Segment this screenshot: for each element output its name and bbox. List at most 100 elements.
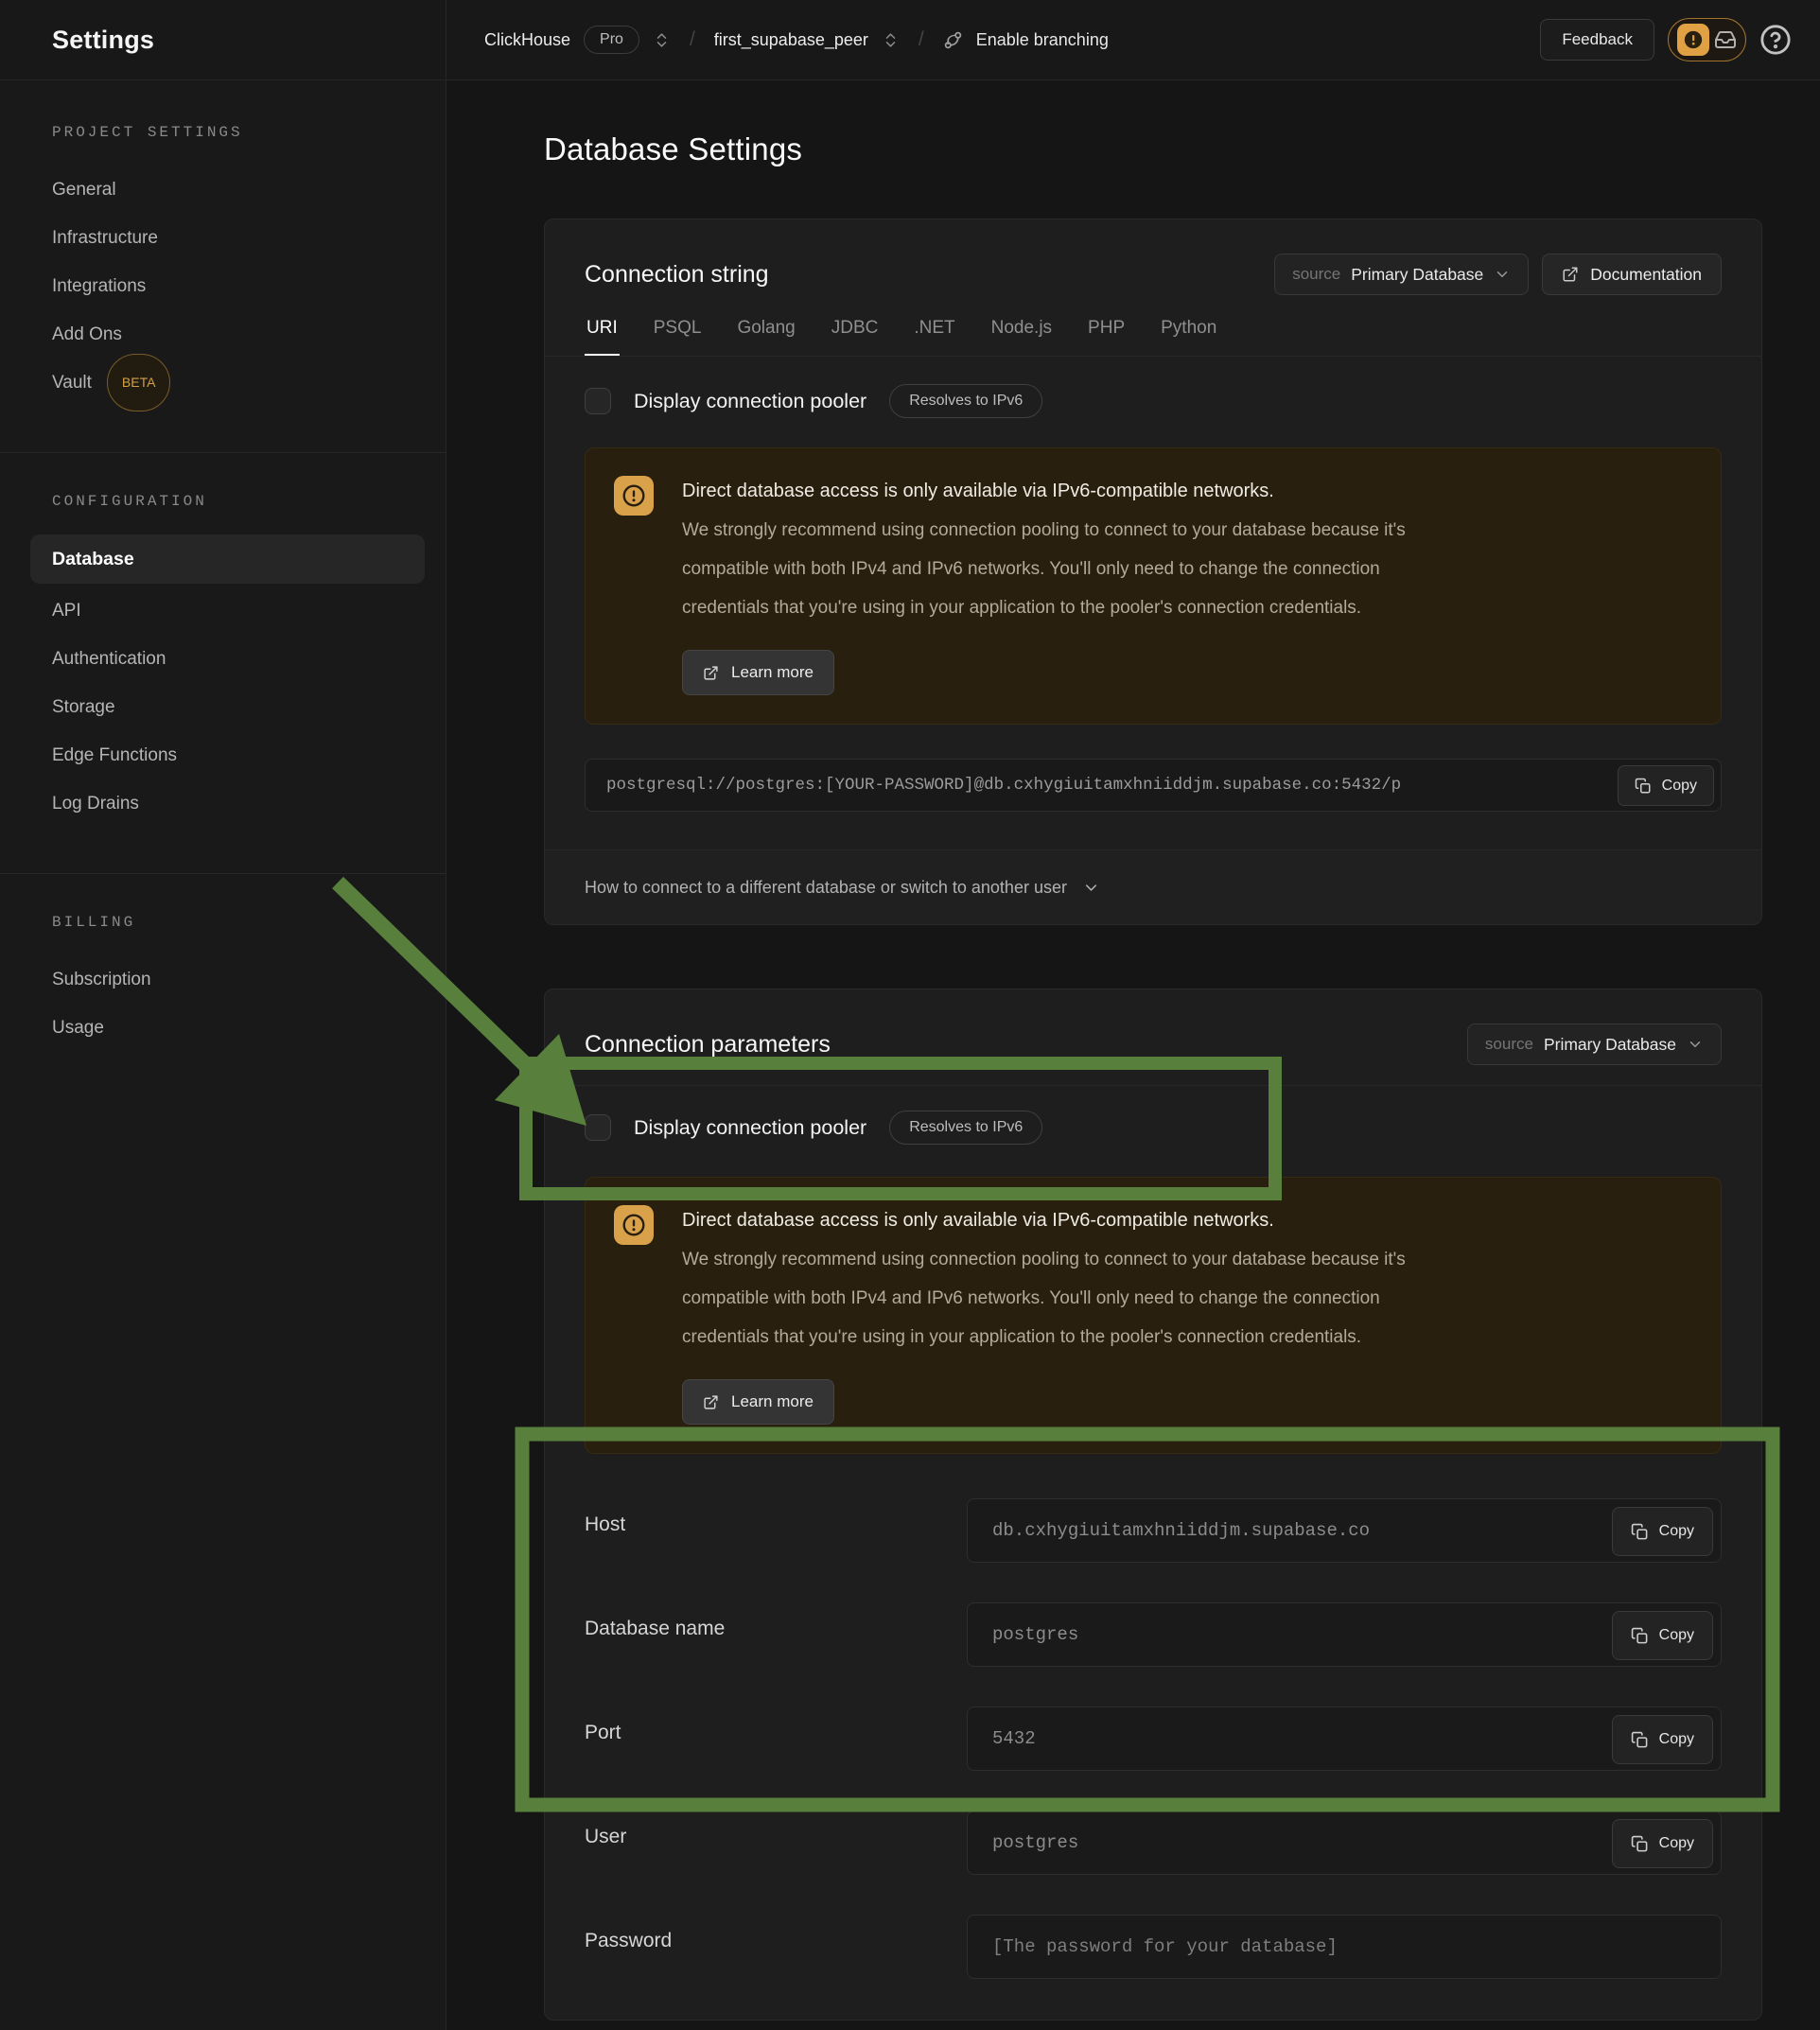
tab-uri[interactable]: URI [585, 318, 620, 356]
footer-label: How to connect to a different database o… [585, 878, 1067, 898]
sidebar-item-infrastructure[interactable]: Infrastructure [0, 214, 446, 262]
alert-icon [1677, 24, 1709, 56]
host-value: db.cxhygiuitamxhniiddjm.supabase.co [968, 1520, 1512, 1541]
source-label: source [1485, 1035, 1533, 1054]
connection-uri-value: postgresql://postgres:[YOUR-PASSWORD]@db… [586, 776, 1543, 795]
password-label: Password [585, 1915, 967, 1979]
user-field-row: User postgres Copy [585, 1811, 1722, 1875]
display-connection-pooler-checkbox[interactable] [585, 388, 611, 414]
sidebar-item-add-ons[interactable]: Add Ons [0, 310, 446, 359]
ipv6-warning-banner: Direct database access is only available… [585, 1177, 1722, 1454]
source-label: source [1292, 265, 1340, 284]
sidebar-item-database[interactable]: Database [30, 534, 425, 584]
enable-branching-button[interactable]: Enable branching [976, 30, 1109, 50]
tab-jdbc[interactable]: JDBC [830, 318, 881, 356]
password-placeholder: [The password for your database] [968, 1936, 1479, 1957]
sidebar-divider [0, 452, 446, 453]
documentation-label: Documentation [1590, 265, 1702, 285]
tab-psql[interactable]: PSQL [652, 318, 704, 356]
breadcrumb-separator: / [684, 28, 701, 51]
plan-badge: Pro [584, 26, 639, 54]
warning-body-line: We strongly recommend using connection p… [682, 511, 1406, 550]
source-select[interactable]: source Primary Database [1467, 1024, 1722, 1065]
sidebar-item-general[interactable]: General [0, 166, 446, 214]
breadcrumb-project[interactable]: first_supabase_peer [714, 30, 868, 50]
source-value: Primary Database [1544, 1035, 1676, 1055]
chevron-down-icon [1494, 266, 1511, 283]
chevrons-up-down-icon[interactable] [653, 31, 671, 49]
copy-user-button[interactable]: Copy [1612, 1819, 1713, 1868]
main-content: Database Settings Connection string sour… [446, 80, 1820, 2030]
learn-more-button[interactable]: Learn more [682, 650, 834, 695]
sidebar-item-vault[interactable]: Vault BETA [0, 359, 446, 407]
settings-title: Settings [52, 26, 154, 55]
sidebar-item-subscription[interactable]: Subscription [0, 955, 446, 1004]
connect-different-database-toggle[interactable]: How to connect to a different database o… [545, 849, 1761, 924]
sidebar-item-storage[interactable]: Storage [0, 683, 446, 731]
sidebar-section-configuration: CONFIGURATION [0, 493, 446, 510]
copy-label: Copy [1659, 1523, 1694, 1540]
resolves-ipv6-badge: Resolves to IPv6 [889, 1111, 1042, 1145]
inbox-icon [1714, 28, 1737, 51]
sidebar-item-vault-label: Vault [52, 359, 92, 407]
learn-more-label: Learn more [731, 663, 814, 682]
display-pooler-row: Display connection pooler Resolves to IP… [585, 1086, 1722, 1154]
sidebar-divider [0, 873, 446, 874]
sidebar-item-usage[interactable]: Usage [0, 1004, 446, 1052]
host-label: Host [585, 1498, 967, 1563]
tab-golang[interactable]: Golang [735, 318, 796, 356]
sidebar-item-edge-functions[interactable]: Edge Functions [0, 731, 446, 779]
display-connection-pooler-checkbox[interactable] [585, 1114, 611, 1141]
sidebar-item-log-drains[interactable]: Log Drains [0, 779, 446, 828]
database-name-input[interactable]: postgres Copy [967, 1602, 1722, 1667]
connection-string-header: Connection string source Primary Databas… [545, 219, 1761, 357]
topbar-breadcrumb-area: ClickHouse Pro / first_supabase_peer / E… [446, 0, 1820, 79]
feedback-button[interactable]: Feedback [1540, 19, 1654, 61]
connection-parameters-card: Connection parameters source Primary Dat… [544, 989, 1762, 2021]
copy-database-name-button[interactable]: Copy [1612, 1611, 1713, 1660]
tab-nodejs[interactable]: Node.js [989, 318, 1054, 356]
settings-page: Settings ClickHouse Pro / first_supabase… [0, 0, 1820, 2030]
breadcrumb-separator: / [913, 28, 930, 51]
tab-dotnet[interactable]: .NET [912, 318, 956, 356]
user-input[interactable]: postgres Copy [967, 1811, 1722, 1875]
warning-title: Direct database access is only available… [682, 1201, 1406, 1240]
external-link-icon [703, 665, 719, 681]
chevrons-up-down-icon[interactable] [882, 31, 900, 49]
sidebar-section-billing: BILLING [0, 914, 446, 931]
copy-icon [1635, 778, 1652, 795]
help-icon[interactable] [1759, 24, 1792, 56]
topbar-settings-title-area: Settings [0, 0, 446, 79]
tab-python[interactable]: Python [1159, 318, 1218, 356]
page-title: Database Settings [544, 128, 1820, 171]
sidebar-section-project-settings: PROJECT SETTINGS [0, 124, 446, 141]
tab-php[interactable]: PHP [1086, 318, 1127, 356]
sidebar-item-database-label: Database [30, 535, 134, 584]
connection-uri-field[interactable]: postgresql://postgres:[YOUR-PASSWORD]@db… [585, 759, 1722, 812]
notifications-button[interactable] [1668, 18, 1746, 61]
beta-badge: BETA [107, 354, 171, 411]
source-select[interactable]: source Primary Database [1274, 254, 1529, 295]
breadcrumb-org[interactable]: ClickHouse [484, 30, 570, 50]
resolves-ipv6-badge: Resolves to IPv6 [889, 384, 1042, 418]
connection-parameters-title: Connection parameters [585, 1031, 831, 1059]
warning-body-line: We strongly recommend using connection p… [682, 1240, 1406, 1279]
copy-label: Copy [1659, 1731, 1694, 1748]
sidebar-item-integrations[interactable]: Integrations [0, 262, 446, 310]
sidebar-item-api[interactable]: API [0, 586, 446, 635]
password-input[interactable]: [The password for your database] [967, 1915, 1722, 1979]
documentation-button[interactable]: Documentation [1542, 254, 1722, 295]
sidebar-item-authentication[interactable]: Authentication [0, 635, 446, 683]
copy-label: Copy [1659, 1835, 1694, 1852]
learn-more-button[interactable]: Learn more [682, 1379, 834, 1425]
copy-port-button[interactable]: Copy [1612, 1715, 1713, 1764]
copy-uri-button[interactable]: Copy [1618, 765, 1714, 806]
git-branch-icon [943, 30, 963, 50]
copy-label: Copy [1659, 1627, 1694, 1644]
user-label: User [585, 1811, 967, 1875]
source-value: Primary Database [1351, 265, 1483, 285]
copy-host-button[interactable]: Copy [1612, 1507, 1713, 1556]
port-input[interactable]: 5432 Copy [967, 1706, 1722, 1771]
host-input[interactable]: db.cxhygiuitamxhniiddjm.supabase.co Copy [967, 1498, 1722, 1563]
port-value: 5432 [968, 1728, 1178, 1749]
